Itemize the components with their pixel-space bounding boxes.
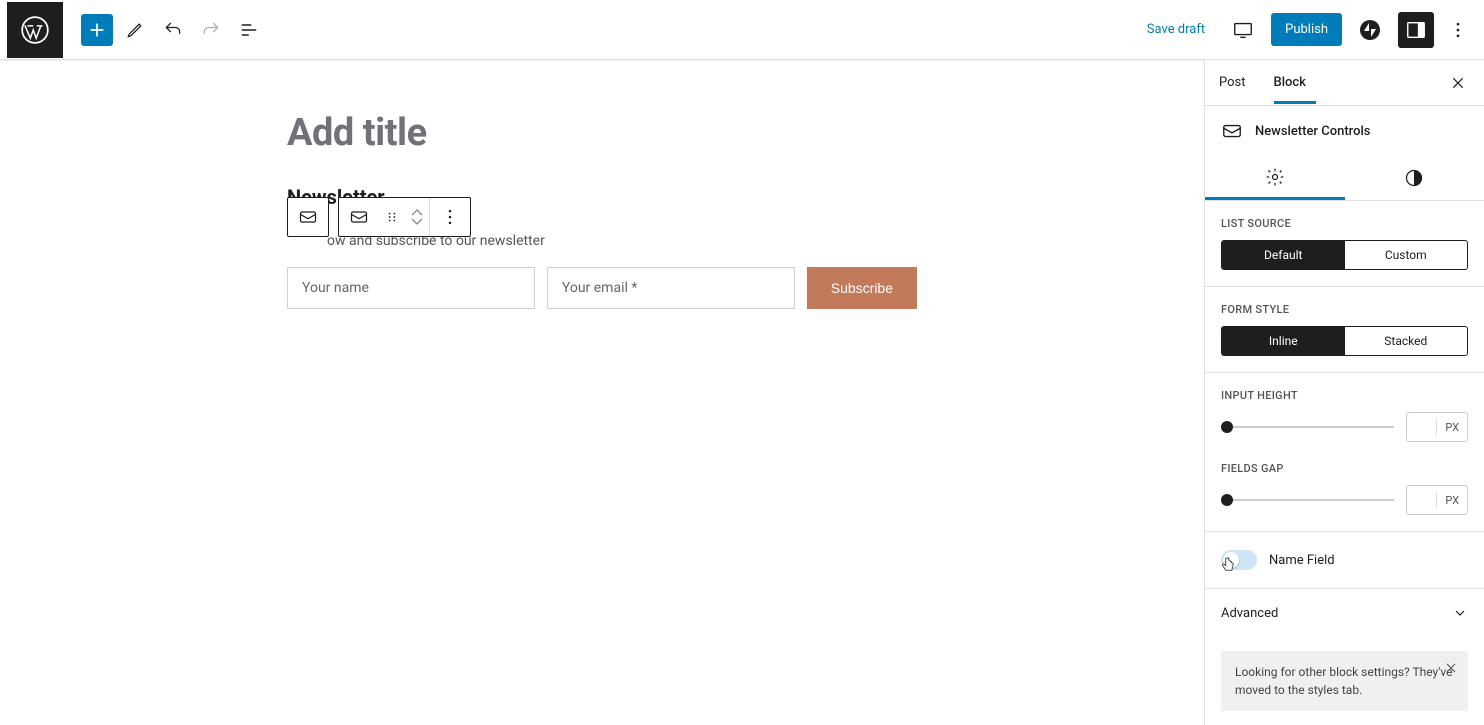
- list-source-default[interactable]: Default: [1222, 241, 1345, 269]
- toolbar-right: Save draft Publish: [1137, 12, 1484, 48]
- drag-handle[interactable]: [379, 198, 405, 236]
- save-draft-link[interactable]: Save draft: [1137, 16, 1215, 43]
- newsletter-form: Your name Your email * Subscribe: [287, 267, 917, 309]
- settings-sidebar: Post Block Newsletter Controls LIST SOUR…: [1204, 60, 1484, 725]
- block-options-button[interactable]: [430, 198, 470, 236]
- name-input[interactable]: Your name: [287, 267, 535, 309]
- fields-gap-label: FIELDS GAP: [1221, 462, 1468, 475]
- publish-button[interactable]: Publish: [1271, 13, 1342, 46]
- close-sidebar-button[interactable]: [1446, 71, 1470, 95]
- wordpress-logo[interactable]: [7, 2, 63, 58]
- list-source-segment: Default Custom: [1221, 240, 1468, 270]
- subscribe-button[interactable]: Subscribe: [807, 267, 917, 309]
- styles-hint: Looking for other block settings? They'v…: [1221, 651, 1468, 711]
- form-style-label: FORM STYLE: [1221, 303, 1468, 316]
- post-title-input[interactable]: Add title: [287, 111, 917, 155]
- form-style-stacked[interactable]: Stacked: [1345, 327, 1468, 355]
- input-height-slider[interactable]: [1221, 426, 1394, 428]
- styles-tab[interactable]: [1345, 156, 1484, 200]
- settings-sidebar-toggle[interactable]: [1398, 12, 1434, 48]
- chevron-down-icon: [1452, 605, 1468, 621]
- add-block-button[interactable]: [81, 14, 113, 46]
- editor-header: Save draft Publish: [0, 0, 1484, 60]
- redo-button[interactable]: [195, 14, 227, 46]
- name-field-label: Name Field: [1269, 553, 1335, 568]
- parent-block-icon[interactable]: [288, 198, 328, 236]
- advanced-panel-toggle[interactable]: Advanced: [1205, 589, 1484, 637]
- fields-gap-slider[interactable]: [1221, 499, 1394, 501]
- fields-gap-value[interactable]: PX: [1406, 485, 1468, 515]
- document-overview-button[interactable]: [233, 14, 265, 46]
- contrast-icon: [1404, 168, 1424, 188]
- jetpack-button[interactable]: [1352, 12, 1388, 48]
- settings-tab[interactable]: [1205, 156, 1345, 200]
- input-height-label: INPUT HEIGHT: [1221, 389, 1468, 402]
- hint-close-button[interactable]: [1444, 661, 1458, 680]
- list-source-custom[interactable]: Custom: [1345, 241, 1468, 269]
- block-toolbar: [287, 197, 471, 237]
- toolbar-left: [63, 14, 265, 46]
- form-style-inline[interactable]: Inline: [1222, 327, 1345, 355]
- options-menu-button[interactable]: [1444, 12, 1472, 48]
- post-tab[interactable]: Post: [1219, 61, 1256, 104]
- editor-canvas[interactable]: Add title Newsletter: [0, 60, 1204, 725]
- gear-icon: [1265, 167, 1285, 187]
- view-button[interactable]: [1225, 12, 1261, 48]
- block-name-label: Newsletter Controls: [1255, 124, 1371, 139]
- list-source-label: LIST SOURCE: [1221, 217, 1468, 230]
- form-style-segment: Inline Stacked: [1221, 326, 1468, 356]
- edit-tool-button[interactable]: [119, 14, 151, 46]
- block-tab[interactable]: Block: [1274, 61, 1316, 104]
- move-arrows[interactable]: [405, 198, 429, 236]
- undo-button[interactable]: [157, 14, 189, 46]
- block-header: Newsletter Controls: [1205, 106, 1484, 156]
- block-type-icon[interactable]: [339, 198, 379, 236]
- input-height-value[interactable]: PX: [1406, 412, 1468, 442]
- mail-icon: [1221, 120, 1243, 142]
- email-input[interactable]: Your email *: [547, 267, 795, 309]
- name-field-toggle[interactable]: [1221, 550, 1257, 570]
